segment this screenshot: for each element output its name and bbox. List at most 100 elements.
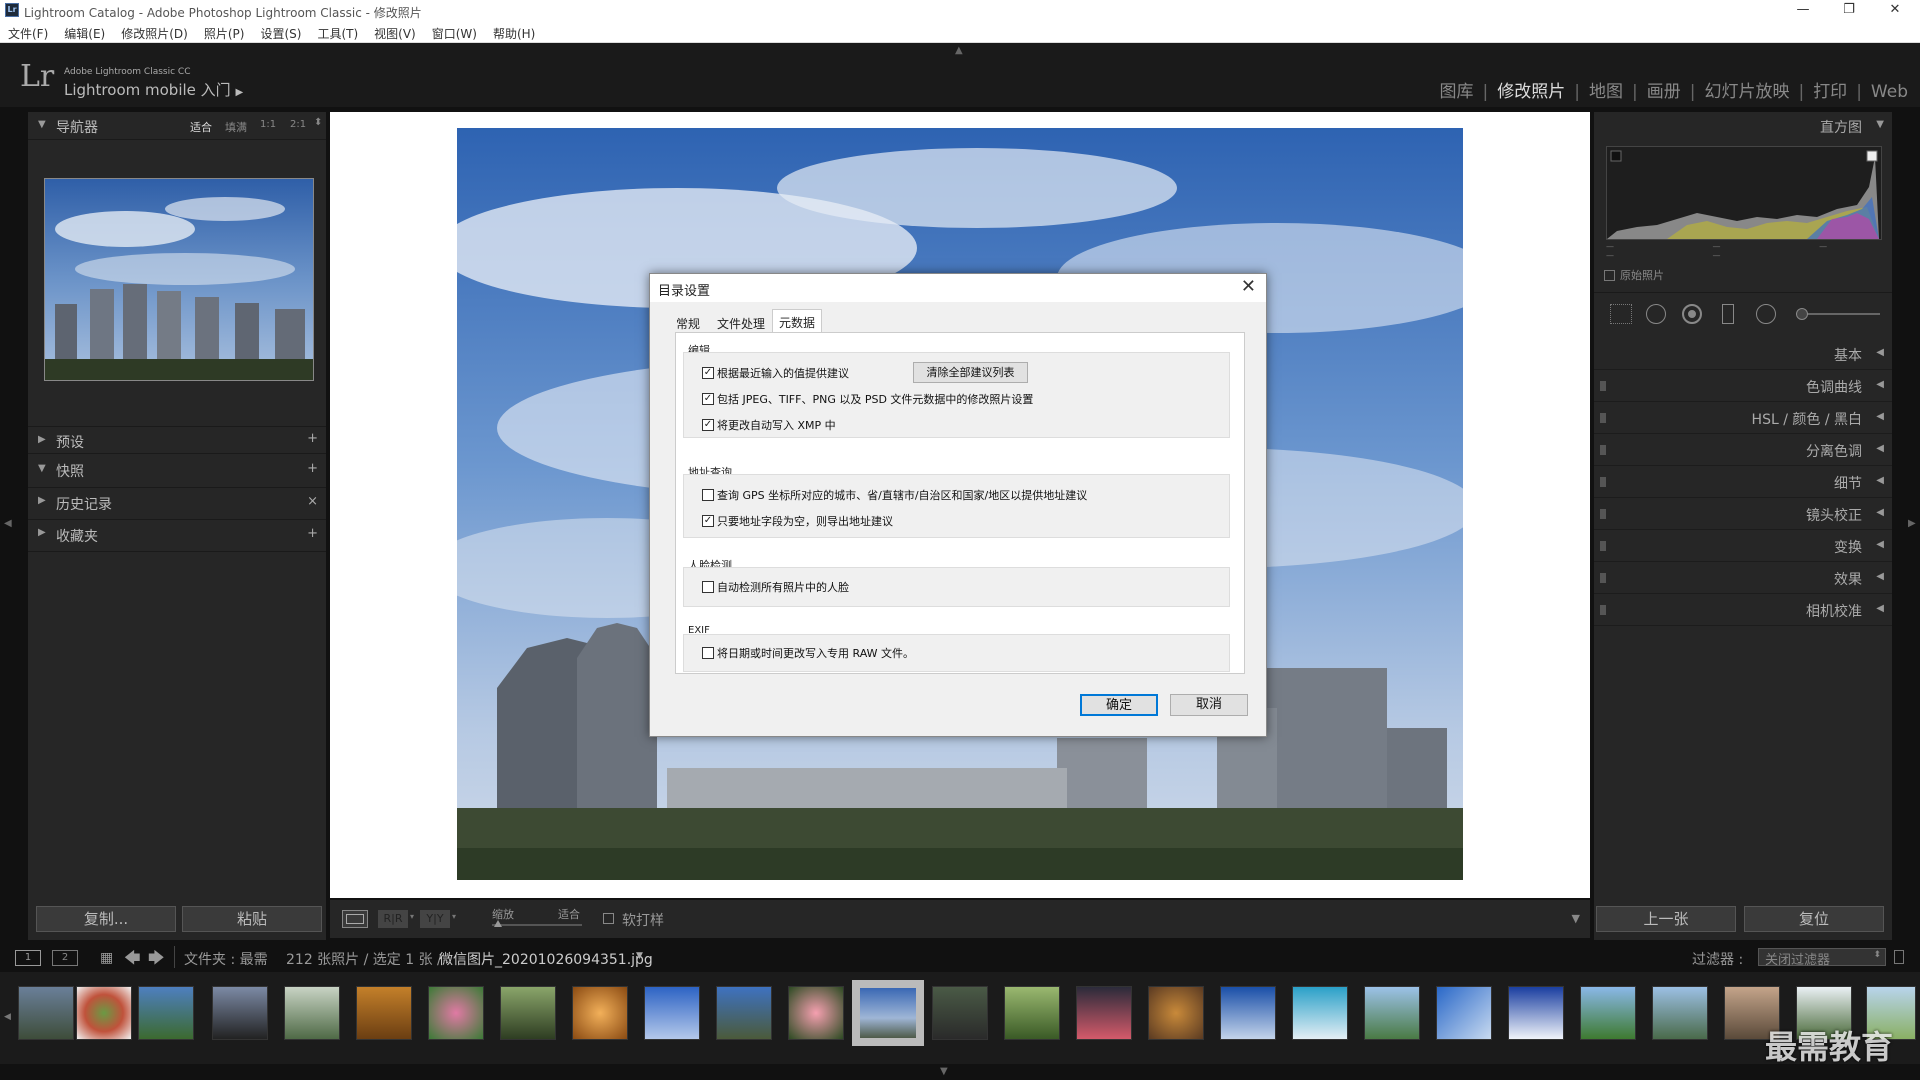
panel-switch-icon[interactable] xyxy=(1600,445,1606,455)
film-thumb[interactable] xyxy=(572,986,628,1040)
write-raw-date-checkbox[interactable] xyxy=(702,647,714,659)
collapse-left-icon[interactable]: ◀ xyxy=(4,518,12,529)
film-thumb[interactable] xyxy=(932,986,988,1040)
clear-history-icon[interactable]: × xyxy=(307,494,318,509)
paste-settings-button[interactable]: 粘贴 xyxy=(182,906,322,932)
add-snapshot-icon[interactable]: + xyxy=(307,461,318,476)
section-hsl[interactable]: HSL / 颜色 / 黑白 ◀ xyxy=(1594,402,1892,434)
module-web[interactable]: Web xyxy=(1871,82,1908,102)
chevron-down-icon[interactable]: ▾ xyxy=(452,912,456,921)
zoom-slider-thumb[interactable] xyxy=(494,920,502,927)
section-lens-corrections[interactable]: 镜头校正 ◀ xyxy=(1594,498,1892,530)
film-thumb[interactable] xyxy=(1652,986,1708,1040)
graduated-filter-icon[interactable] xyxy=(1722,304,1734,324)
section-camera-calibration[interactable]: 相机校准 ◀ xyxy=(1594,594,1892,626)
panel-switch-icon[interactable] xyxy=(1600,509,1606,519)
folder-label[interactable]: 文件夹 : 最需 xyxy=(184,949,268,969)
copy-settings-button[interactable]: 复制... xyxy=(36,906,176,932)
filter-lock-icon[interactable] xyxy=(1894,950,1904,964)
collapse-bottom-icon[interactable]: ▼ xyxy=(940,1066,948,1077)
close-icon[interactable]: ✕ xyxy=(1872,0,1918,22)
crop-overlay-icon[interactable] xyxy=(1610,304,1632,324)
tab-general[interactable]: 常规 xyxy=(670,312,706,332)
film-thumb[interactable] xyxy=(1076,986,1132,1040)
toolbar-menu-icon[interactable]: ▼ xyxy=(1572,912,1580,925)
film-thumb-selected[interactable] xyxy=(852,980,924,1046)
panel-switch-icon[interactable] xyxy=(1600,477,1606,487)
clear-suggestions-button[interactable]: 清除全部建议列表 xyxy=(913,362,1028,383)
spot-removal-icon[interactable] xyxy=(1646,304,1666,324)
film-thumb[interactable] xyxy=(716,986,772,1040)
snapshots-header[interactable]: ▼ 快照 + xyxy=(28,454,326,488)
film-thumb[interactable] xyxy=(500,986,556,1040)
film-thumb[interactable] xyxy=(1364,986,1420,1040)
menu-develop[interactable]: 修改照片(D) xyxy=(113,22,196,42)
section-effects[interactable]: 效果 ◀ xyxy=(1594,562,1892,594)
face-detection-checkbox[interactable] xyxy=(702,581,714,593)
original-photo-checkbox[interactable] xyxy=(1604,270,1615,281)
collapse-right-icon[interactable]: ▶ xyxy=(1908,518,1916,529)
triangle-down-icon[interactable]: ▼ xyxy=(1876,119,1884,130)
gps-lookup-checkbox[interactable] xyxy=(702,489,714,501)
auto-write-xmp-checkbox[interactable]: ✓ xyxy=(702,419,714,431)
previous-button[interactable]: 上一张 xyxy=(1596,906,1736,932)
panel-switch-icon[interactable] xyxy=(1600,605,1606,615)
page-2[interactable]: 2 xyxy=(52,950,78,966)
red-eye-icon[interactable] xyxy=(1682,304,1702,324)
module-slideshow[interactable]: 幻灯片放映 xyxy=(1704,82,1789,102)
module-map[interactable]: 地图 xyxy=(1589,82,1623,102)
menu-edit[interactable]: 编辑(E) xyxy=(56,22,113,42)
panel-switch-icon[interactable] xyxy=(1600,541,1606,551)
zoom-2-1[interactable]: 2:1 xyxy=(290,119,306,130)
histogram[interactable] xyxy=(1606,146,1882,240)
menu-file[interactable]: 文件(F) xyxy=(0,22,56,42)
film-thumb[interactable] xyxy=(284,986,340,1040)
film-thumb[interactable] xyxy=(1220,986,1276,1040)
film-thumb[interactable] xyxy=(788,986,844,1040)
add-preset-icon[interactable]: + xyxy=(307,431,318,446)
film-thumb[interactable] xyxy=(18,986,74,1040)
menu-window[interactable]: 窗口(W) xyxy=(424,22,485,42)
current-filename[interactable]: 微信图片_20201026094351.jpg xyxy=(439,949,653,969)
add-collection-icon[interactable]: + xyxy=(307,526,318,541)
export-address-checkbox[interactable]: ✓ xyxy=(702,515,714,527)
adjustment-brush-slider[interactable] xyxy=(1796,313,1880,315)
mobile-getting-started[interactable]: Lightroom mobile 入门 ▶ xyxy=(64,79,243,100)
film-thumb[interactable] xyxy=(1436,986,1492,1040)
module-book[interactable]: 画册 xyxy=(1647,82,1681,102)
chevron-down-icon[interactable]: ▾ xyxy=(410,912,414,921)
film-thumb[interactable] xyxy=(1148,986,1204,1040)
film-thumb[interactable] xyxy=(212,986,268,1040)
zoom-slider[interactable] xyxy=(492,924,582,926)
zoom-more-icon[interactable]: ⬍ xyxy=(314,117,322,128)
include-develop-settings-checkbox[interactable]: ✓ xyxy=(702,393,714,405)
section-split-toning[interactable]: 分离色调 ◀ xyxy=(1594,434,1892,466)
panel-switch-icon[interactable] xyxy=(1600,413,1606,423)
zoom-1-1[interactable]: 1:1 xyxy=(260,119,276,130)
history-header[interactable]: ▶ 历史记录 × xyxy=(28,488,326,520)
panel-switch-icon[interactable] xyxy=(1600,573,1606,583)
panel-switch-icon[interactable] xyxy=(1600,381,1606,391)
close-icon[interactable]: ✕ xyxy=(1241,276,1256,297)
section-transform[interactable]: 变换 ◀ xyxy=(1594,530,1892,562)
film-thumb[interactable] xyxy=(356,986,412,1040)
adjustment-brush-icon[interactable] xyxy=(1796,308,1808,320)
zoom-fill[interactable]: 填满 xyxy=(225,119,247,135)
collapse-top-icon[interactable]: ▲ xyxy=(955,45,963,56)
film-thumb[interactable] xyxy=(428,986,484,1040)
back-arrow-icon[interactable]: 🡄 xyxy=(124,947,141,974)
grid-icon[interactable]: ▦ xyxy=(100,950,113,966)
ok-button[interactable]: 确定 xyxy=(1080,694,1158,716)
zoom-fit[interactable]: 适合 xyxy=(190,119,212,135)
film-thumb[interactable] xyxy=(1508,986,1564,1040)
navigator-preview[interactable] xyxy=(44,178,314,381)
navigator-header[interactable]: ▼ 导航器 适合 填满 1:1 2:1 ⬍ xyxy=(28,112,326,140)
film-thumb[interactable] xyxy=(644,986,700,1040)
page-1[interactable]: 1 xyxy=(15,950,41,966)
reset-button[interactable]: 复位 xyxy=(1744,906,1884,932)
menu-view[interactable]: 视图(V) xyxy=(366,22,424,42)
swap-before-after-icon[interactable]: Y|Y xyxy=(420,910,450,928)
menu-tools[interactable]: 工具(T) xyxy=(309,22,366,42)
section-tone-curve[interactable]: 色调曲线 ◀ xyxy=(1594,370,1892,402)
suggest-recent-checkbox[interactable]: ✓ xyxy=(702,367,714,379)
